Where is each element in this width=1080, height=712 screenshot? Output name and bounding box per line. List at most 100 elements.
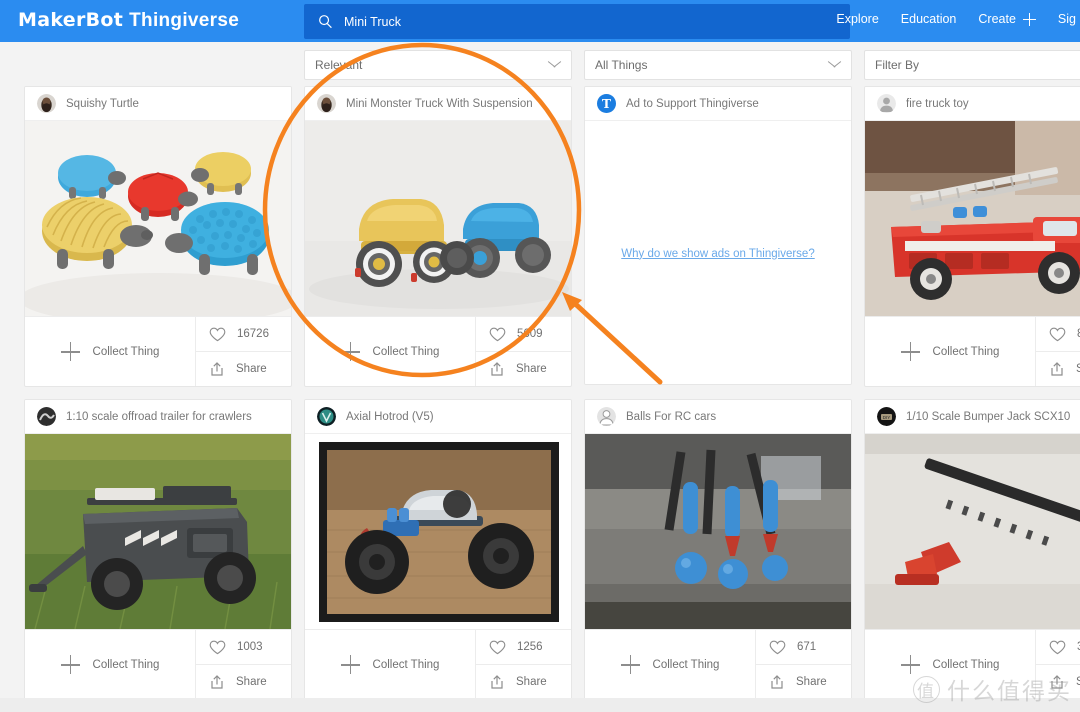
thing-card[interactable]: Squishy Turtle Collect Thing 16726 Share (24, 86, 292, 387)
filterby-dropdown-value: Filter By (875, 58, 920, 72)
watermark: 值 什么值得买 (913, 672, 1072, 706)
avatar[interactable]: DIY (877, 407, 896, 426)
avatar[interactable] (37, 407, 56, 426)
avatar[interactable] (317, 407, 336, 426)
share-label: Share (516, 676, 547, 688)
thing-card[interactable]: Mini Monster Truck With Suspension Colle… (304, 86, 572, 387)
like-metric[interactable]: 1003 (196, 630, 291, 664)
card-header: fire truck toy (865, 87, 1080, 121)
thing-card[interactable]: 1:10 scale offroad trailer for crawlers (24, 399, 292, 700)
thing-thumbnail[interactable] (865, 121, 1080, 316)
search-input[interactable]: Mini Truck (344, 15, 401, 29)
share-icon (491, 675, 503, 689)
thing-thumbnail[interactable] (25, 434, 291, 629)
thing-card[interactable]: DIY 1/10 Scale Bumper Jack SCX10 Collect… (864, 399, 1080, 700)
like-metric[interactable]: 671 (756, 630, 851, 664)
share-button[interactable]: Share (196, 664, 291, 699)
avatar[interactable] (37, 94, 56, 113)
collect-thing-label: Collect Thing (932, 345, 1000, 358)
heart-icon (489, 327, 506, 341)
plus-icon (60, 655, 80, 674)
collect-thing-label: Collect Thing (92, 345, 160, 358)
like-count: 5609 (517, 328, 543, 340)
ad-card[interactable]: T Ad to Support Thingiverse Why do we sh… (584, 86, 852, 385)
card-metrics: 8 Share (1035, 317, 1080, 386)
avatar[interactable] (877, 94, 896, 113)
thing-thumbnail[interactable] (585, 434, 851, 629)
chevron-down-icon (828, 61, 841, 69)
share-button[interactable]: Share (476, 664, 571, 699)
thing-card[interactable]: Axial Hotrod (V5) Collect Thing 1256 Sha… (304, 399, 572, 700)
card-footer: Collect Thing 671 Share (585, 629, 851, 699)
collect-thing-button[interactable]: Collect Thing (585, 630, 755, 699)
collect-thing-button[interactable]: Collect Thing (865, 317, 1035, 386)
thing-card[interactable]: Balls For RC cars Collect Thing 671 Shar… (584, 399, 852, 700)
heart-icon (489, 640, 506, 654)
share-label: Share (516, 363, 547, 375)
share-icon (1051, 362, 1063, 376)
card-title: Balls For RC cars (626, 410, 717, 423)
share-button[interactable]: Share (756, 664, 851, 699)
like-metric[interactable]: 8 (1036, 317, 1080, 351)
thing-thumbnail[interactable] (865, 434, 1080, 629)
search-bar[interactable]: Mini Truck (304, 4, 850, 39)
card-metrics: 671 Share (755, 630, 851, 699)
nav-create-label[interactable]: Create (978, 12, 1016, 26)
avatar[interactable] (317, 94, 336, 113)
collect-thing-button[interactable]: Collect Thing (25, 630, 195, 699)
plus-icon (620, 655, 640, 674)
share-label: Share (1076, 363, 1080, 375)
card-title: 1:10 scale offroad trailer for crawlers (66, 410, 252, 423)
share-button[interactable]: Share (476, 351, 571, 386)
collect-thing-button[interactable]: Collect Thing (25, 317, 195, 386)
share-label: Share (796, 676, 827, 688)
site-header: MakerBot Thingiverse Mini Truck Explore E… (0, 0, 1080, 42)
card-header: Mini Monster Truck With Suspension (305, 87, 571, 121)
card-header: Axial Hotrod (V5) (305, 400, 571, 434)
share-button[interactable]: Share (1036, 351, 1080, 386)
card-metrics: 5609 Share (475, 317, 571, 386)
thing-card[interactable]: fire truck toy Collect Thing (864, 86, 1080, 387)
ad-explainer-link[interactable]: Why do we show ads on Thingiverse? (621, 248, 814, 260)
sort-dropdown[interactable]: Relevant (304, 50, 572, 80)
brand-logo[interactable]: MakerBot Thingiverse (18, 9, 239, 32)
ad-body: Why do we show ads on Thingiverse? (585, 121, 851, 384)
search-icon (319, 15, 332, 29)
brand-thingiverse: Thingiverse (129, 10, 240, 31)
thing-thumbnail[interactable] (305, 121, 571, 316)
thing-thumbnail[interactable] (25, 121, 291, 316)
thingiverse-logo-icon: T (597, 94, 616, 113)
nav-education[interactable]: Education (901, 12, 957, 26)
like-metric[interactable]: 1256 (476, 630, 571, 664)
main-nav: Explore Education Create Sig (836, 12, 1080, 26)
type-dropdown-value: All Things (595, 58, 648, 72)
collect-thing-button[interactable]: Collect Thing (305, 317, 475, 386)
heart-icon (769, 640, 786, 654)
share-icon (211, 362, 223, 376)
watermark-mark: 值 (913, 675, 940, 703)
card-footer: Collect Thing 5609 Share (305, 316, 571, 386)
like-count: 16726 (237, 328, 269, 340)
card-title: Squishy Turtle (66, 97, 139, 110)
nav-explore[interactable]: Explore (836, 12, 878, 26)
filterby-dropdown[interactable]: Filter By (864, 50, 1080, 80)
like-metric[interactable]: 3 (1036, 630, 1080, 664)
like-metric[interactable]: 16726 (196, 317, 291, 351)
nav-create[interactable]: Create (978, 12, 1036, 26)
type-dropdown[interactable]: All Things (584, 50, 852, 80)
ad-header: T Ad to Support Thingiverse (585, 87, 851, 121)
avatar[interactable] (597, 407, 616, 426)
brand-makerbot: MakerBot (18, 9, 124, 31)
offroad-trailer-photo (25, 434, 291, 629)
like-metric[interactable]: 5609 (476, 317, 571, 351)
bumper-jack-photo (865, 434, 1080, 629)
heart-icon (1049, 327, 1066, 341)
share-button[interactable]: Share (196, 351, 291, 386)
thing-thumbnail[interactable] (305, 434, 571, 629)
watermark-text: 什么值得买 (947, 679, 1072, 705)
card-metrics: 1003 Share (195, 630, 291, 699)
share-icon (491, 362, 503, 376)
chevron-down-icon (548, 61, 561, 69)
collect-thing-button[interactable]: Collect Thing (305, 630, 475, 699)
nav-signin[interactable]: Sig (1058, 12, 1076, 26)
